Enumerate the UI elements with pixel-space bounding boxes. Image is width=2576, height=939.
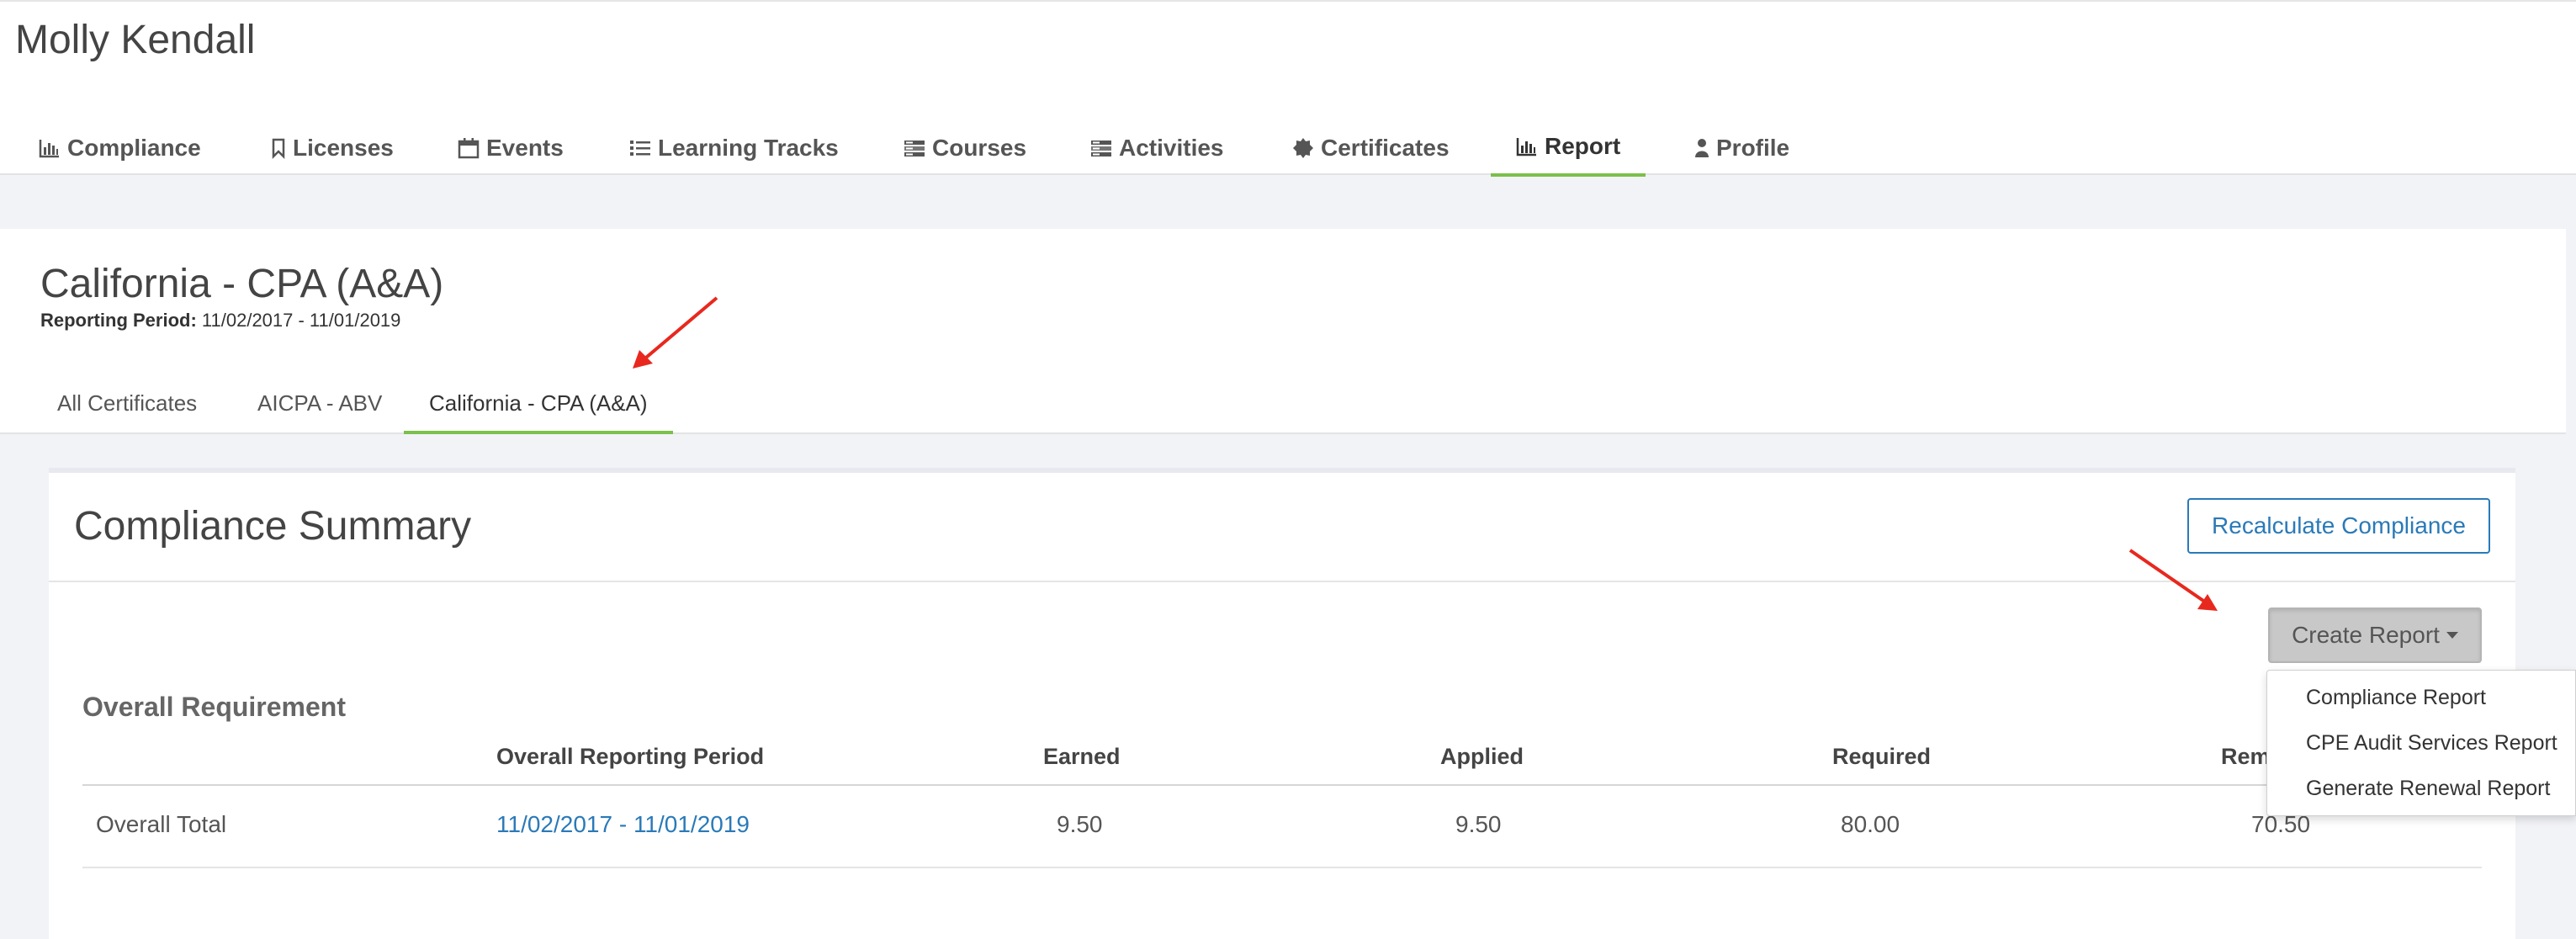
nav-profile[interactable]: Profile [1694,119,1789,177]
tab-label: California - CPA (A&A) [429,390,648,416]
menu-item-cpe-audit-report[interactable]: CPE Audit Services Report [2306,731,2557,756]
period-link[interactable]: 11/02/2017 - 11/01/2019 [496,811,750,838]
create-report-label: Create Report [2292,622,2440,648]
reporting-period-value: 11/02/2017 - 11/01/2019 [201,310,401,331]
nav-label: Courses [932,135,1027,161]
reporting-period-label: Reporting Period: [40,310,197,331]
requirement-table: Overall Reporting Period Earned Applied … [82,739,2482,868]
earned-value: 9.50 [1057,811,1103,837]
stack-icon [904,137,925,159]
certificate-icon [1292,137,1314,159]
applied-value: 9.50 [1455,811,1502,837]
menu-item-renewal-report[interactable]: Generate Renewal Report [2306,777,2550,801]
stack-icon [1090,137,1112,159]
tab-label: AICPA - ABV [257,390,383,416]
tab-california-cpa[interactable]: California - CPA (A&A) [404,384,673,434]
nav-events[interactable]: Events [458,119,564,177]
tab-aicpa-abv[interactable]: AICPA - ABV [257,384,382,434]
nav-activities[interactable]: Activities [1090,119,1224,177]
column-header: Required [1832,744,1932,769]
bar-chart-icon [39,137,61,159]
table-row: Overall Total 11/02/2017 - 11/01/2019 9.… [82,786,2482,868]
nav-label: Report [1545,133,1621,159]
tab-all-certificates[interactable]: All Certificates [57,384,197,434]
reporting-period: Reporting Period: 11/02/2017 - 11/01/201… [40,310,400,332]
nav-label: Learning Tracks [658,135,839,161]
compliance-summary-card: Compliance Summary Recalculate Complianc… [49,468,2515,939]
list-icon [629,137,651,159]
nav-label: Activities [1119,135,1224,161]
calendar-icon [458,137,480,159]
create-report-button[interactable]: Create Report [2268,607,2482,663]
nav-label: Profile [1716,135,1790,161]
column-header: Overall Reporting Period [496,744,765,769]
nav-compliance[interactable]: Compliance [39,119,201,177]
caret-down-icon [2446,632,2458,639]
user-icon [1694,137,1709,159]
bookmark-icon [271,137,286,160]
create-report-dropdown: Compliance Report CPE Audit Services Rep… [2266,670,2576,816]
table-header: Overall Reporting Period Earned Applied … [82,739,2482,786]
required-value: 80.00 [1841,811,1900,837]
tab-label: All Certificates [57,390,198,416]
column-header: Applied [1440,744,1524,769]
certificate-title: California - CPA (A&A) [40,262,444,306]
user-name: Molly Kendall [15,18,256,62]
annotation-arrow [2128,549,2218,611]
top-bar: Molly Kendall Compliance Licenses Events… [0,0,2576,177]
nav-label: Licenses [293,135,394,161]
certificate-panel: California - CPA (A&A) Reporting Period:… [0,229,2566,434]
column-header: Earned [1043,744,1121,769]
nav-licenses[interactable]: Licenses [271,119,394,177]
annotation-arrow [633,296,718,369]
nav-certificates[interactable]: Certificates [1292,119,1450,177]
nav-label: Compliance [67,135,201,161]
nav-report[interactable]: Report [1491,119,1646,177]
nav-label: Events [486,135,564,161]
nav-label: Certificates [1321,135,1450,161]
requirement-title: Overall Requirement [82,692,346,722]
bar-chart-icon [1516,135,1538,157]
menu-item-compliance-report[interactable]: Compliance Report [2306,686,2486,710]
nav-courses[interactable]: Courses [904,119,1026,177]
recalculate-compliance-button[interactable]: Recalculate Compliance [2187,498,2490,554]
summary-title: Compliance Summary [74,504,472,549]
nav-learning-tracks[interactable]: Learning Tracks [629,119,839,177]
row-name: Overall Total [96,811,227,837]
